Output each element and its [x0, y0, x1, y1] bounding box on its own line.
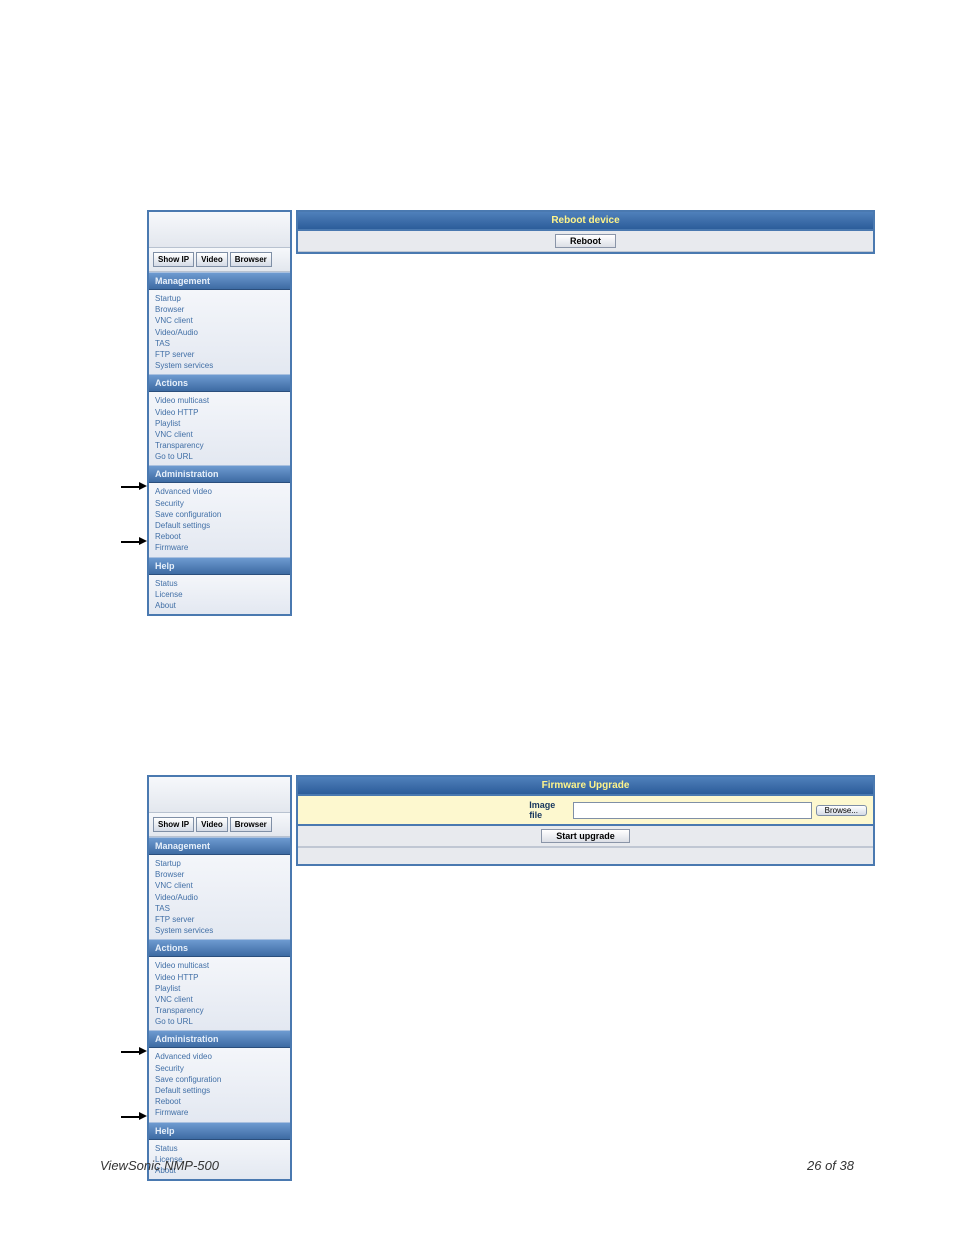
- nav-item-firmware[interactable]: Firmware: [155, 1107, 284, 1118]
- content-panel-reboot: Reboot device Reboot: [296, 210, 875, 254]
- video-button[interactable]: Video: [196, 817, 228, 832]
- nav-item-security[interactable]: Security: [155, 498, 284, 509]
- nav-item-ftp-server[interactable]: FTP server: [155, 914, 284, 925]
- reboot-action-row: Reboot: [298, 231, 873, 252]
- nav-item-ftp-server[interactable]: FTP server: [155, 349, 284, 360]
- image-file-label: Image file: [529, 800, 569, 820]
- nav-item-vnc-client-action[interactable]: VNC client: [155, 429, 284, 440]
- nav-item-go-to-url[interactable]: Go to URL: [155, 1016, 284, 1027]
- nav-item-browser[interactable]: Browser: [155, 869, 284, 880]
- nav-list-administration: Advanced video Security Save configurati…: [149, 1048, 290, 1121]
- nav-item-go-to-url[interactable]: Go to URL: [155, 451, 284, 462]
- footer-product-name: ViewSonic NMP-500: [100, 1158, 219, 1173]
- nav-item-default-settings[interactable]: Default settings: [155, 520, 284, 531]
- reboot-button[interactable]: Reboot: [555, 234, 616, 248]
- nav-item-video-multicast[interactable]: Video multicast: [155, 960, 284, 971]
- nav-item-browser[interactable]: Browser: [155, 304, 284, 315]
- nav-list-management: Startup Browser VNC client Video/Audio T…: [149, 855, 290, 939]
- nav-item-system-services[interactable]: System services: [155, 360, 284, 371]
- start-upgrade-button[interactable]: Start upgrade: [541, 829, 630, 843]
- image-file-row: Image file Browse...: [298, 796, 873, 826]
- nav-item-reboot[interactable]: Reboot: [155, 1096, 284, 1107]
- nav-section-management: Management: [149, 272, 290, 290]
- video-button[interactable]: Video: [196, 252, 228, 267]
- nav-section-administration: Administration: [149, 1030, 290, 1048]
- nav-item-system-services[interactable]: System services: [155, 925, 284, 936]
- nav-item-save-configuration[interactable]: Save configuration: [155, 509, 284, 520]
- browse-button[interactable]: Browse...: [816, 805, 867, 816]
- sidebar-panel-2: Show IP Video Browser Management Startup…: [147, 775, 292, 1181]
- nav-list-actions: Video multicast Video HTTP Playlist VNC …: [149, 392, 290, 465]
- sidebar-panel-1: Show IP Video Browser Management Startup…: [147, 210, 292, 616]
- nav-item-startup[interactable]: Startup: [155, 293, 284, 304]
- nav-item-about[interactable]: About: [155, 600, 284, 611]
- sidebar-logo-area: [149, 212, 290, 248]
- footer-page-number: 26 of 38: [807, 1158, 854, 1173]
- nav-item-playlist[interactable]: Playlist: [155, 983, 284, 994]
- content-panel-firmware: Firmware Upgrade Image file Browse... St…: [296, 775, 875, 866]
- nav-item-status[interactable]: Status: [155, 578, 284, 589]
- nav-item-vnc-client[interactable]: VNC client: [155, 880, 284, 891]
- sidebar-button-row: Show IP Video Browser: [149, 248, 290, 272]
- nav-item-tas[interactable]: TAS: [155, 903, 284, 914]
- nav-item-default-settings[interactable]: Default settings: [155, 1085, 284, 1096]
- panel-title-firmware: Firmware Upgrade: [298, 777, 873, 796]
- nav-list-management: Startup Browser VNC client Video/Audio T…: [149, 290, 290, 374]
- show-ip-button[interactable]: Show IP: [153, 252, 194, 267]
- nav-list-actions: Video multicast Video HTTP Playlist VNC …: [149, 957, 290, 1030]
- arrow-icon: [121, 1048, 149, 1056]
- nav-item-advanced-video[interactable]: Advanced video: [155, 486, 284, 497]
- document-page: Show IP Video Browser Management Startup…: [0, 0, 954, 1235]
- sidebar-button-row: Show IP Video Browser: [149, 813, 290, 837]
- nav-item-video-http[interactable]: Video HTTP: [155, 972, 284, 983]
- start-upgrade-row: Start upgrade: [298, 826, 873, 847]
- show-ip-button[interactable]: Show IP: [153, 817, 194, 832]
- arrow-icon: [121, 483, 149, 491]
- nav-section-help: Help: [149, 557, 290, 575]
- nav-item-vnc-client-action[interactable]: VNC client: [155, 994, 284, 1005]
- browser-button[interactable]: Browser: [230, 817, 272, 832]
- nav-list-administration: Advanced video Security Save configurati…: [149, 483, 290, 556]
- nav-item-video-audio[interactable]: Video/Audio: [155, 327, 284, 338]
- nav-item-video-multicast[interactable]: Video multicast: [155, 395, 284, 406]
- nav-section-administration: Administration: [149, 465, 290, 483]
- nav-item-video-audio[interactable]: Video/Audio: [155, 892, 284, 903]
- nav-item-license[interactable]: License: [155, 589, 284, 600]
- nav-item-reboot[interactable]: Reboot: [155, 531, 284, 542]
- nav-item-security[interactable]: Security: [155, 1063, 284, 1074]
- nav-item-save-configuration[interactable]: Save configuration: [155, 1074, 284, 1085]
- panel-title-reboot: Reboot device: [298, 212, 873, 231]
- nav-item-video-http[interactable]: Video HTTP: [155, 407, 284, 418]
- nav-item-playlist[interactable]: Playlist: [155, 418, 284, 429]
- nav-section-actions: Actions: [149, 939, 290, 957]
- nav-item-status[interactable]: Status: [155, 1143, 284, 1154]
- upgrade-status-row: [298, 847, 873, 864]
- nav-item-transparency[interactable]: Transparency: [155, 440, 284, 451]
- nav-item-transparency[interactable]: Transparency: [155, 1005, 284, 1016]
- nav-section-actions: Actions: [149, 374, 290, 392]
- sidebar-logo-area: [149, 777, 290, 813]
- browser-button[interactable]: Browser: [230, 252, 272, 267]
- nav-item-vnc-client[interactable]: VNC client: [155, 315, 284, 326]
- nav-item-startup[interactable]: Startup: [155, 858, 284, 869]
- nav-item-tas[interactable]: TAS: [155, 338, 284, 349]
- nav-section-management: Management: [149, 837, 290, 855]
- nav-item-firmware[interactable]: Firmware: [155, 542, 284, 553]
- image-file-input[interactable]: [573, 802, 811, 819]
- nav-item-advanced-video[interactable]: Advanced video: [155, 1051, 284, 1062]
- arrow-icon: [121, 538, 149, 546]
- nav-section-help: Help: [149, 1122, 290, 1140]
- arrow-icon: [121, 1113, 149, 1121]
- nav-list-help: Status License About: [149, 575, 290, 615]
